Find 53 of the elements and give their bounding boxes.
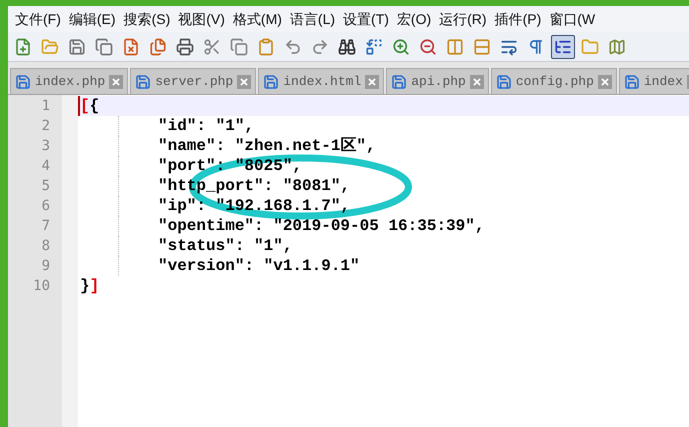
tab-label: index.html: [283, 72, 362, 91]
close-icon[interactable]: [598, 74, 612, 88]
code-line: "id": "1",: [158, 116, 254, 136]
menu-item[interactable]: 视图(V): [174, 8, 229, 30]
close-icon[interactable]: [470, 74, 484, 88]
menu-item[interactable]: 语言(L): [286, 8, 340, 30]
menu-item[interactable]: 窗口(W: [545, 8, 600, 30]
file-tab[interactable]: api.php: [386, 68, 489, 94]
code-line: "opentime": "2019-09-05 16:35:39",: [158, 216, 484, 236]
code-line: [{: [80, 96, 100, 116]
save-icon: [135, 74, 152, 90]
save-icon: [263, 74, 280, 90]
menu-item[interactable]: 编辑(E): [64, 8, 120, 30]
menu-item[interactable]: 搜索(S): [120, 8, 174, 30]
menu-item[interactable]: 文件(F): [11, 8, 65, 30]
line-number: 5: [40, 177, 51, 196]
line-number: 6: [40, 197, 51, 216]
file-tab[interactable]: index.php: [10, 68, 128, 94]
tab-label: api.php: [411, 72, 466, 91]
code-line: "status": "1",: [158, 236, 292, 256]
file-tab[interactable]: index.html: [258, 68, 384, 94]
file-tab[interactable]: index: [618, 68, 689, 94]
line-number: 10: [32, 277, 51, 296]
menu-item[interactable]: 插件(P): [490, 8, 546, 30]
save-icon: [391, 74, 408, 90]
menu-item[interactable]: 设置(T): [339, 8, 393, 30]
code-line: "version": "v1.1.9.1": [158, 256, 360, 276]
line-number: 8: [40, 237, 51, 256]
close-icon[interactable]: [365, 74, 380, 88]
line-number: 7: [40, 217, 51, 236]
menu-item[interactable]: 宏(O): [392, 8, 436, 30]
tab-label: config.php: [516, 72, 594, 91]
save-icon: [15, 74, 31, 90]
line-number: 1: [40, 97, 51, 116]
line-number: 2: [40, 117, 51, 136]
tab-label: index: [644, 72, 683, 91]
code-line: "port": "8025",: [158, 156, 302, 176]
line-number: 9: [40, 257, 51, 276]
close-icon[interactable]: [109, 74, 124, 88]
menu-item[interactable]: 运行(R): [435, 8, 491, 30]
code-line: }]: [80, 276, 100, 296]
file-tab[interactable]: server.php: [130, 68, 256, 94]
save-icon: [496, 74, 512, 90]
indent-guide-icon[interactable]: [551, 35, 575, 59]
tab-label: server.php: [155, 72, 234, 91]
code-line: "name": "zhen.net-1区",: [158, 136, 376, 156]
menu-item[interactable]: 格式(M): [228, 8, 286, 30]
save-icon: [624, 74, 640, 90]
line-number: 4: [40, 157, 51, 176]
close-icon[interactable]: [237, 74, 252, 88]
tab-label: index.php: [35, 72, 106, 91]
line-number: 3: [40, 137, 51, 156]
file-tab[interactable]: config.php: [490, 68, 617, 94]
